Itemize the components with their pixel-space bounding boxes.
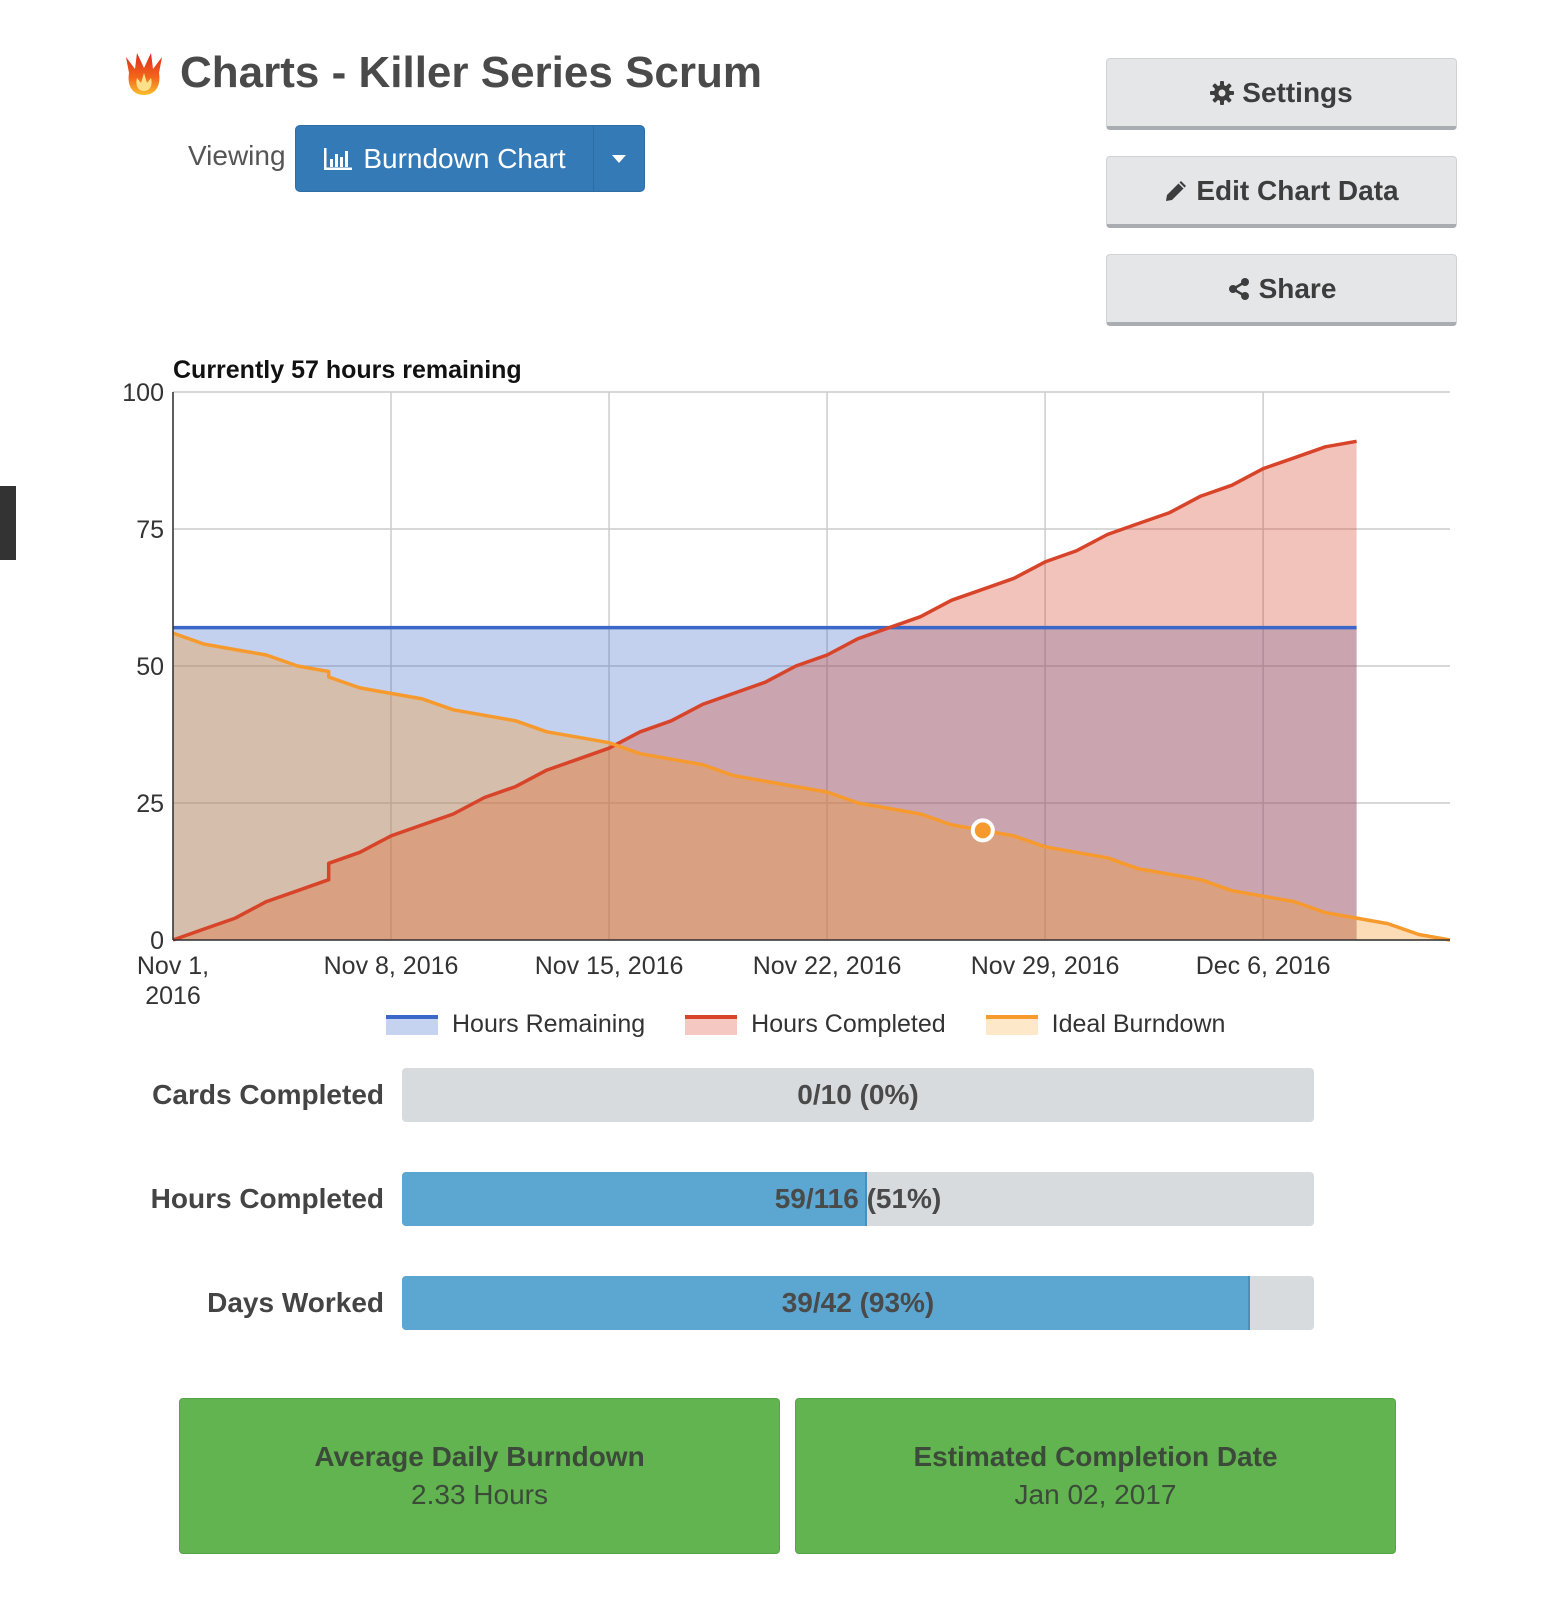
- highlighted-data-point: [970, 818, 995, 843]
- average-daily-burndown-card: Average Daily Burndown 2.33 Hours: [179, 1398, 780, 1554]
- card-title: Estimated Completion Date: [913, 1441, 1278, 1472]
- stat-days-worked: Days Worked 39/42 (93%): [100, 1275, 1340, 1331]
- legend-swatch-remaining: [386, 1014, 438, 1035]
- progress-value: 39/42 (93%): [781, 1287, 935, 1318]
- legend-hours-remaining[interactable]: Hours Remaining: [386, 1010, 645, 1039]
- progress-bar: 39/42 (93%): [402, 1276, 1314, 1330]
- legend-label-ideal: Ideal Burndown: [1051, 1010, 1226, 1038]
- y-tick-label: 0: [150, 927, 164, 955]
- card-value: Jan 02, 2017: [1014, 1479, 1177, 1510]
- x-tick-label: Nov 22, 2016: [753, 952, 902, 980]
- y-tick-label: 100: [122, 379, 164, 407]
- stat-label: Days Worked: [207, 1287, 384, 1318]
- stat-label: Cards Completed: [152, 1079, 384, 1110]
- legend-ideal-burndown[interactable]: Ideal Burndown: [985, 1010, 1226, 1039]
- y-tick-label: 75: [136, 516, 164, 544]
- x-tick-label: Nov 8, 2016: [324, 952, 459, 980]
- estimated-completion-date-card: Estimated Completion Date Jan 02, 2017: [795, 1398, 1396, 1554]
- card-title: Average Daily Burndown: [314, 1441, 645, 1472]
- progress-value: 59/116 (51%): [774, 1183, 942, 1214]
- progress-bar: 59/116 (51%): [402, 1172, 1314, 1226]
- legend-swatch-completed: [685, 1014, 738, 1035]
- legend-hours-completed[interactable]: Hours Completed: [685, 1010, 946, 1039]
- chart-legend: Hours Remaining Hours Completed Ideal Bu…: [386, 1010, 1225, 1039]
- legend-label-completed: Hours Completed: [751, 1010, 946, 1038]
- x-tick-label: Dec 6, 2016: [1196, 952, 1331, 980]
- legend-swatch-ideal: [985, 1014, 1038, 1035]
- x-tick-label: Nov 29, 2016: [971, 952, 1120, 980]
- stat-label: Hours Completed: [150, 1183, 384, 1214]
- legend-label-remaining: Hours Remaining: [452, 1010, 646, 1038]
- stat-hours-completed: Hours Completed 59/116 (51%): [100, 1171, 1340, 1227]
- progress-bar: 0/10 (0%): [402, 1068, 1314, 1122]
- y-tick-label: 50: [136, 653, 164, 681]
- y-tick-label: 25: [136, 790, 164, 818]
- progress-value: 0/10 (0%): [797, 1079, 919, 1110]
- x-tick-label: Nov 1, 2016: [137, 952, 209, 1010]
- burndown-chart: 0 25 50 75 100 Nov 1, 2016 Nov 8, 2016 Nov 15, 2…: [122, 379, 1451, 1010]
- card-value: 2.33 Hours: [411, 1479, 548, 1510]
- stat-cards-completed: Cards Completed 0/10 (0%): [100, 1067, 1340, 1123]
- x-tick-label: Nov 15, 2016: [535, 952, 684, 980]
